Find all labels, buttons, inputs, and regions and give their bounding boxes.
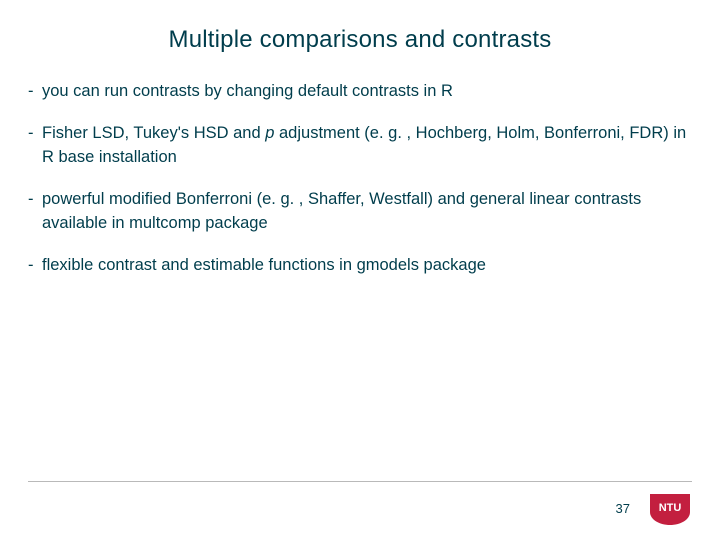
shield-icon: NTU [648, 492, 692, 526]
footer-divider [28, 481, 692, 482]
page-number: 37 [616, 501, 630, 516]
list-item: - Fisher LSD, Tukey's HSD and p adjustme… [30, 122, 690, 170]
slide: Multiple comparisons and contrasts - you… [0, 0, 720, 540]
bullet-dash: - [28, 80, 42, 104]
ntu-logo: NTU [648, 492, 692, 526]
bullet-text: powerful modified Bonferroni (e. g. , Sh… [42, 188, 690, 236]
bullet-dash: - [28, 188, 42, 212]
bullet-dash: - [28, 122, 42, 146]
list-item: - you can run contrasts by changing defa… [30, 80, 690, 104]
slide-title: Multiple comparisons and contrasts [28, 26, 692, 54]
list-item: - powerful modified Bonferroni (e. g. , … [30, 188, 690, 236]
bullet-list: - you can run contrasts by changing defa… [28, 80, 692, 278]
bullet-dash: - [28, 254, 42, 278]
bullet-text: you can run contrasts by changing defaul… [42, 80, 690, 104]
bullet-text: flexible contrast and estimable function… [42, 254, 690, 278]
bullet-text: Fisher LSD, Tukey's HSD and p adjustment… [42, 122, 690, 170]
list-item: - flexible contrast and estimable functi… [30, 254, 690, 278]
logo-text: NTU [659, 502, 682, 514]
